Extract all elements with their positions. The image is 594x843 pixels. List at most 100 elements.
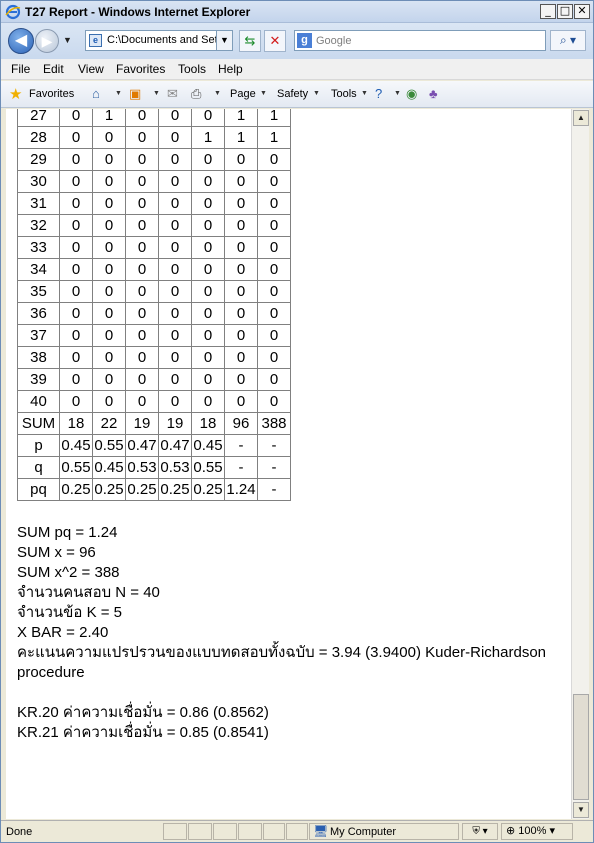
report-table: 27 0 1 0 0 0 1 1 28 0 0 0 0 1 1 1 29 0 0 0 0 0 0 0 30 0 0 0 0 0 0 0 31 0 0… <box>17 109 291 501</box>
page-menu[interactable]: Page <box>230 88 256 100</box>
table-cell: 0 <box>125 214 159 237</box>
stop-button[interactable]: ✕ <box>264 30 286 52</box>
table-cell: 388 <box>257 412 291 435</box>
search-input[interactable]: Google <box>316 35 351 47</box>
menu-file[interactable]: File <box>11 62 30 76</box>
table-row: pq 0.25 0.25 0.25 0.25 0.25 1.24- <box>17 478 291 501</box>
shield-icon: ⛨ ▾ <box>472 826 488 837</box>
table-cell: 0 <box>125 126 159 149</box>
table-cell: 0 <box>158 126 192 149</box>
tools-menu[interactable]: Tools <box>331 88 357 100</box>
table-cell: 28 <box>17 126 60 149</box>
menu-edit[interactable]: Edit <box>43 62 64 76</box>
table-cell: 0 <box>59 390 93 413</box>
safety-menu[interactable]: Safety <box>277 88 308 100</box>
favorites-button[interactable]: Favorites <box>29 88 74 100</box>
table-cell: 31 <box>17 192 60 215</box>
table-cell: 96 <box>224 412 258 435</box>
table-cell: 0 <box>125 170 159 193</box>
close-button[interactable]: ✕ <box>574 4 590 19</box>
table-row: 29 0 0 0 0 0 0 0 <box>17 148 291 171</box>
address-bar[interactable]: e C:\Documents and Set ▼ <box>85 30 233 51</box>
search-box[interactable]: g Google <box>294 30 546 51</box>
table-cell: 0 <box>59 126 93 149</box>
status-bar: Done 🖥 My Computer ⛨ ▾ ⊕ 100% ▾ <box>1 820 593 842</box>
table-cell: 19 <box>158 412 192 435</box>
research-icon[interactable]: ◉ <box>406 86 417 102</box>
table-cell: 0 <box>257 192 291 215</box>
refresh-button[interactable]: ⇆ <box>239 30 261 52</box>
table-row: 32 0 0 0 0 0 0 0 <box>17 214 291 237</box>
recent-pages-dropdown-icon[interactable]: ▼ <box>63 35 72 45</box>
home-icon[interactable]: ⌂ <box>92 86 100 101</box>
table-cell: 0 <box>257 258 291 281</box>
favorites-star-icon[interactable]: ★ <box>9 85 22 103</box>
forward-button[interactable]: ▶ <box>35 29 59 53</box>
table-cell: 0 <box>158 280 192 303</box>
table-cell: 39 <box>17 368 60 391</box>
tools-dropdown-icon[interactable]: ▼ <box>361 90 368 97</box>
table-row: 39 0 0 0 0 0 0 0 <box>17 368 291 391</box>
table-cell: 0 <box>158 302 192 325</box>
table-cell: 0 <box>158 258 192 281</box>
table-cell: 0 <box>191 390 225 413</box>
forward-arrow-icon: ▶ <box>41 33 53 49</box>
table-cell: 0 <box>92 148 126 171</box>
menu-tools[interactable]: Tools <box>178 62 206 76</box>
feeds-dropdown-icon[interactable]: ▼ <box>153 90 160 97</box>
menu-favorites[interactable]: Favorites <box>116 62 165 76</box>
table-cell: 38 <box>17 346 60 369</box>
help-dropdown-icon[interactable]: ▼ <box>394 90 401 97</box>
zoom-icon: ⊕ <box>506 825 519 837</box>
variance-line: คะแนนความแปรปรวนของแบบทดสอบทั้งฉบับ = 3.… <box>17 644 547 681</box>
status-segment <box>163 823 187 840</box>
page-dropdown-icon[interactable]: ▼ <box>260 90 267 97</box>
zoom-dropdown-icon: ▾ <box>546 825 555 837</box>
table-cell: SUM <box>17 412 60 435</box>
scrollbar-thumb[interactable] <box>573 694 589 800</box>
table-cell: 0 <box>59 280 93 303</box>
table-cell: 0 <box>224 368 258 391</box>
table-cell: 0.45 <box>92 456 126 479</box>
examinee-count-line: จำนวนคนสอบ N = 40 <box>17 584 160 601</box>
table-cell: p <box>17 434 60 457</box>
table-row: p 0.45 0.55 0.47 0.47 0.45- - <box>17 434 291 457</box>
table-cell: 18 <box>59 412 93 435</box>
table-cell: 1 <box>224 109 258 127</box>
minimize-button[interactable]: _ <box>540 4 556 19</box>
menu-help[interactable]: Help <box>218 62 243 76</box>
table-cell: - <box>224 456 258 479</box>
table-cell: 0 <box>224 346 258 369</box>
table-cell: 1 <box>191 126 225 149</box>
title-bar: T27 Report - Windows Internet Explorer _… <box>1 1 593 23</box>
zoom-level: 100% <box>518 825 547 837</box>
table-cell: 0 <box>158 109 192 127</box>
browser-window: T27 Report - Windows Internet Explorer _… <box>0 0 594 843</box>
table-cell: 0.53 <box>125 456 159 479</box>
print-icon[interactable]: ⎙ <box>191 86 201 102</box>
address-input[interactable]: C:\Documents and Set <box>107 34 217 46</box>
search-button[interactable]: ⌕ ▾ <box>550 30 586 51</box>
table-row: 37 0 0 0 0 0 0 0 <box>17 324 291 347</box>
security-zone[interactable]: 🖥 My Computer <box>309 823 459 840</box>
table-cell: 0 <box>92 126 126 149</box>
protected-mode-button[interactable]: ⛨ ▾ <box>462 823 498 840</box>
help-icon[interactable]: ? <box>375 86 382 101</box>
mail-icon[interactable]: ✉ <box>167 86 178 102</box>
home-dropdown-icon[interactable]: ▼ <box>115 90 122 97</box>
status-segment <box>213 823 237 840</box>
messenger-icon[interactable]: ♣ <box>429 86 438 101</box>
menu-view[interactable]: View <box>78 62 104 76</box>
table-cell: 0 <box>224 236 258 259</box>
scroll-down-arrow-icon[interactable]: ▼ <box>573 802 589 818</box>
back-button[interactable]: ◀ <box>8 28 34 54</box>
zoom-button[interactable]: ⊕ 100% ▾ <box>501 823 573 840</box>
safety-dropdown-icon[interactable]: ▼ <box>313 90 320 97</box>
refresh-icon: ⇆ <box>244 33 256 48</box>
address-dropdown-icon[interactable]: ▼ <box>216 31 232 50</box>
print-dropdown-icon[interactable]: ▼ <box>214 90 221 97</box>
feeds-icon[interactable]: ▣ <box>129 86 141 102</box>
vertical-scrollbar[interactable]: ▲ ▼ <box>571 109 589 819</box>
maximize-button[interactable]: □ <box>557 4 573 19</box>
scroll-up-arrow-icon[interactable]: ▲ <box>573 110 589 126</box>
